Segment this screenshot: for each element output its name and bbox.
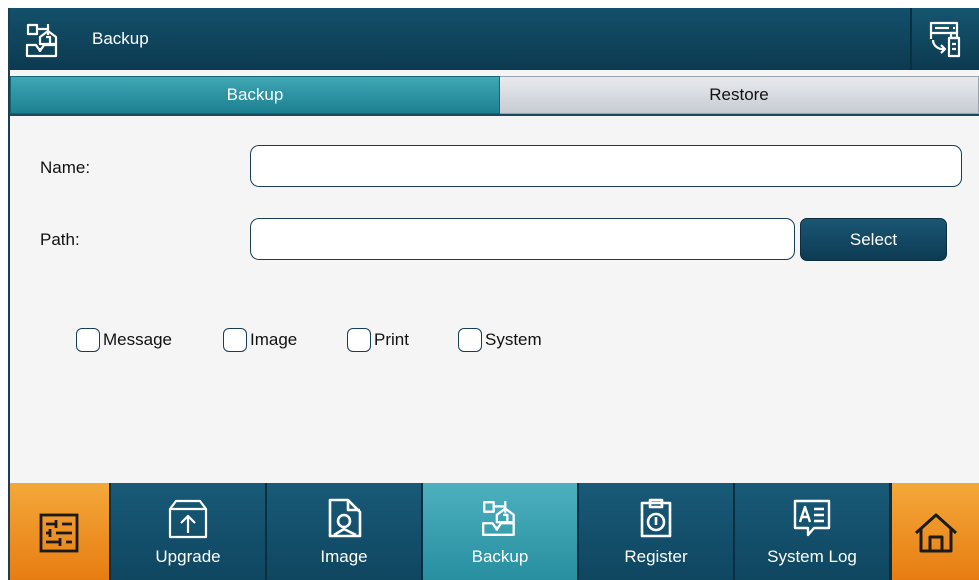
usb-backup-icon (929, 21, 961, 58)
upgrade-icon (168, 499, 208, 539)
tab-divider (10, 114, 979, 116)
checkbox-box[interactable] (347, 328, 371, 352)
tab-restore[interactable]: Restore (500, 76, 979, 114)
nav-register-label: Register (624, 547, 688, 566)
backup-icon (25, 23, 58, 58)
header-bar: Backup (10, 8, 979, 70)
nav-system-log[interactable]: System Log (735, 483, 891, 580)
checkbox-box[interactable] (458, 328, 482, 352)
settings-button[interactable] (10, 483, 111, 580)
nav-backup-label: Backup (471, 547, 529, 566)
tab-backup[interactable]: Backup (10, 76, 500, 114)
path-label: Path: (40, 230, 80, 249)
nav-upgrade-label: Upgrade (155, 547, 221, 566)
usb-backup-button[interactable] (910, 8, 979, 70)
checkbox-message[interactable]: Message (76, 328, 172, 352)
nav-upgrade[interactable]: Upgrade (111, 483, 267, 580)
app-frame: Backup Backup Restore Name: Path: Select… (8, 8, 979, 580)
checkbox-image[interactable]: Image (223, 328, 297, 352)
system-log-icon (793, 499, 831, 537)
name-label: Name: (40, 158, 91, 177)
image-icon (328, 498, 362, 538)
nav-image-label: Image (320, 547, 368, 566)
checkbox-label: Image (250, 330, 298, 349)
checkbox-label: Message (103, 330, 172, 349)
checkbox-box[interactable] (76, 328, 100, 352)
path-input[interactable] (250, 218, 795, 260)
select-button[interactable]: Select (800, 218, 947, 261)
home-icon (914, 513, 958, 553)
checkbox-system[interactable]: System (458, 328, 542, 352)
page-title: Backup (92, 29, 149, 48)
checkbox-print[interactable]: Print (347, 328, 409, 352)
checkbox-box[interactable] (223, 328, 247, 352)
nav-register[interactable]: Register (579, 483, 735, 580)
tab-bar: Backup Restore (10, 76, 979, 114)
checkbox-label: Print (374, 330, 409, 349)
nav-backup[interactable]: Backup (423, 483, 579, 580)
settings-sliders-icon (39, 513, 79, 553)
backup-icon (482, 501, 515, 536)
checkbox-label: System (485, 330, 542, 349)
name-input[interactable] (250, 145, 962, 187)
register-icon (640, 498, 672, 538)
nav-system-log-label: System Log (767, 547, 857, 566)
bottom-nav: Upgrade Image Backup Register System Log (10, 483, 979, 580)
nav-image[interactable]: Image (267, 483, 423, 580)
home-button[interactable] (890, 483, 979, 580)
